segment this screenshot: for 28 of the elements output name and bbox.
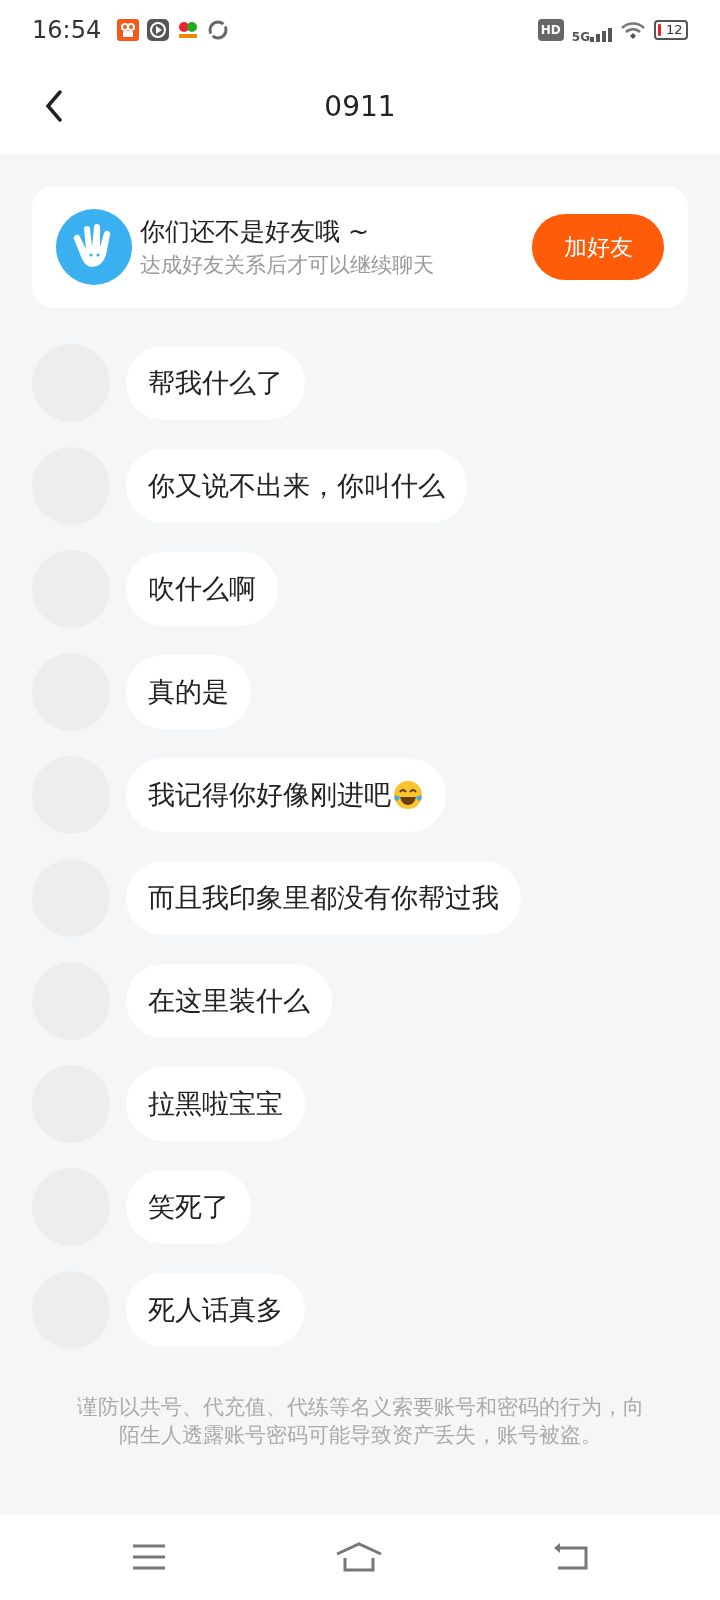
laughing-emoji-icon — [392, 779, 424, 811]
menu-icon[interactable] — [132, 1544, 167, 1570]
message-bubble: 拉黑啦宝宝 — [126, 1067, 305, 1141]
message-bubble: 而且我印象里都没有你帮过我 — [126, 861, 521, 935]
home-icon[interactable] — [335, 1542, 383, 1572]
waving-hand-icon — [56, 209, 132, 285]
network-label: 5G — [571, 29, 590, 46]
wifi-icon — [620, 20, 646, 40]
message-bubble: 在这里装什么 — [126, 964, 332, 1038]
warning-text: 谨防以共号、代充值、代练等名义索要账号和密码的行为，向陌生人透露账号密码可能导致资产丢失，账号被盗。 — [75, 1394, 645, 1450]
chat-title: 0911 — [324, 89, 396, 125]
colorful-app-icon — [177, 19, 200, 41]
play-icon — [147, 19, 170, 41]
banner-subtitle: 达成好友关系后才可以继续聊天 — [140, 252, 434, 279]
message-bubble: 帮我什么了 — [126, 346, 305, 420]
video-app-icon — [117, 19, 140, 41]
message-bubble: 笑死了 — [126, 1170, 251, 1244]
signal-icon — [590, 28, 612, 42]
banner-title: 你们还不是好友哦 ~ — [140, 215, 370, 248]
hd-badge: HD — [537, 19, 564, 41]
message-bubble: 吹什么啊 — [126, 552, 278, 626]
message-bubble: 你又说不出来，你叫什么 — [126, 449, 467, 523]
battery-level-text: 12 — [666, 21, 683, 40]
message-bubble: 我记得你好像刚进吧 — [126, 758, 446, 832]
message-bubble: 死人话真多 — [126, 1273, 305, 1347]
status-time: 16:54 — [32, 15, 102, 46]
message-bubble: 真的是 — [126, 655, 251, 729]
add-friend-button[interactable]: 加好友 — [532, 214, 664, 280]
